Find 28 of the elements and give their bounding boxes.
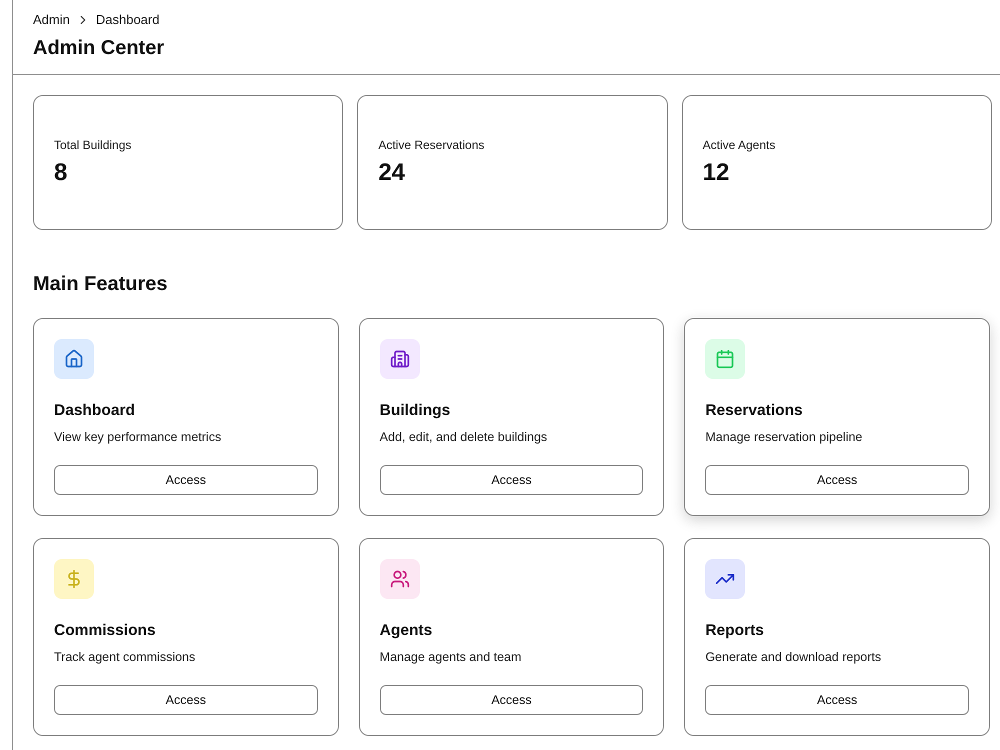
access-button[interactable]: Access	[705, 465, 969, 495]
section-title: Main Features	[33, 272, 168, 296]
access-button[interactable]: Access	[380, 685, 644, 715]
feature-title: Dashboard	[54, 401, 135, 421]
feature-title: Reservations	[705, 401, 803, 421]
breadcrumb-link[interactable]: Admin	[33, 11, 70, 29]
feature-title: Reports	[705, 621, 764, 641]
stat-value: 8	[54, 158, 68, 188]
stat-label: Active Agents	[702, 137, 776, 153]
feature-description: Track agent commissions	[54, 649, 196, 666]
feature-description: Manage agents and team	[380, 649, 522, 666]
access-button[interactable]: Access	[54, 685, 318, 715]
access-button[interactable]: Access	[705, 685, 969, 715]
stat-value: 12	[702, 158, 730, 188]
page-title: Admin Center	[33, 36, 164, 60]
stat-label: Active Reservations	[378, 137, 484, 153]
feature-title: Buildings	[380, 401, 450, 421]
feature-description: View key performance metrics	[54, 429, 222, 446]
feature-description: Add, edit, and delete buildings	[380, 429, 548, 446]
feature-title: Agents	[380, 621, 432, 641]
stat-value: 24	[378, 158, 406, 188]
feature-description: Generate and download reports	[705, 649, 882, 666]
feature-title: Commissions	[54, 621, 156, 641]
access-button[interactable]: Access	[54, 465, 318, 495]
breadcrumb-link[interactable]: Dashboard	[96, 11, 160, 29]
access-button[interactable]: Access	[380, 465, 644, 495]
stat-label: Total Buildings	[54, 137, 132, 153]
feature-description: Manage reservation pipeline	[705, 429, 862, 446]
